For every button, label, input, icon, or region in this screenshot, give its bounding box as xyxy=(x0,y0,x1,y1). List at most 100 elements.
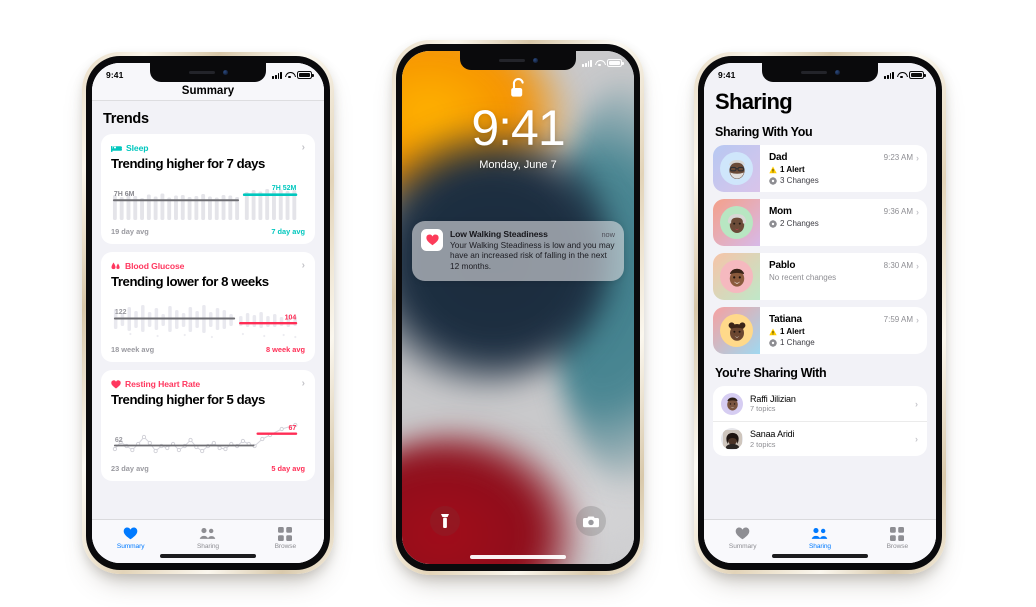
timestamp: 8:30 AM xyxy=(883,261,913,270)
summary-scroll-area[interactable]: Trends Sleep › Trending higher for 7 day… xyxy=(92,101,324,519)
notification-banner[interactable]: Low Walking Steadiness now Your Walking … xyxy=(412,221,624,282)
tab-browse[interactable]: Browse xyxy=(859,526,936,550)
sleep-bar-chart: 7H 6M 7H 52M xyxy=(112,184,298,221)
wifi-icon xyxy=(285,72,294,79)
blood-glucose-icon xyxy=(111,262,120,269)
tab-sharing[interactable]: Sharing xyxy=(781,526,858,550)
trend-chart-resting-heart-rate: 62 67 xyxy=(111,415,305,461)
hr-highlight-label: 67 xyxy=(289,423,297,431)
avatar-tile xyxy=(713,253,760,300)
trend-foot-right: 7 day avg xyxy=(271,227,305,237)
home-indicator[interactable] xyxy=(470,555,566,559)
share-info: Dad 9:23 AM › 1 Alert 3 Changes xyxy=(760,145,927,192)
battery-icon xyxy=(909,71,926,79)
gear-circle-icon xyxy=(769,176,777,185)
tab-summary[interactable]: Summary xyxy=(92,526,169,550)
tab-label: Summary xyxy=(728,543,757,550)
front-camera-icon xyxy=(834,70,840,75)
chevron-right-icon[interactable]: › xyxy=(916,315,919,325)
sharing-scroll-area[interactable]: Sharing Sharing With You Dad 9:23 AM › 1… xyxy=(704,63,936,519)
memoji-dad-icon xyxy=(728,159,745,179)
warning-triangle-icon xyxy=(769,327,777,335)
flashlight-icon[interactable] xyxy=(430,506,460,536)
grid-icon xyxy=(278,526,293,541)
camera-icon[interactable] xyxy=(576,506,606,536)
avatar-tile xyxy=(713,307,760,354)
trend-footer: 18 week avg 8 week avg xyxy=(111,345,305,354)
heart-rate-line-chart: 62 67 xyxy=(112,422,298,453)
tab-browse[interactable]: Browse xyxy=(247,526,324,550)
cellular-bars-icon xyxy=(272,71,282,79)
chevron-right-icon[interactable]: › xyxy=(916,153,919,163)
tab-sharing[interactable]: Sharing xyxy=(169,526,246,550)
trend-chart-blood-glucose: 122 104 xyxy=(111,296,305,342)
topic-row-sanaa[interactable]: Sanaa Aridi 2 topics › xyxy=(713,421,927,456)
contact-name: Raffi Jilizian xyxy=(750,393,796,404)
trend-chart-sleep: 7H 6M 7H 52M xyxy=(111,178,305,224)
heart-icon xyxy=(735,526,750,541)
changes-text: 2 Changes xyxy=(780,219,819,228)
phone-lock-screen: 9:41 Monday, June 7 Low Walking Steadine… xyxy=(392,40,644,575)
earpiece-speaker-icon xyxy=(498,59,525,62)
trend-category-sleep: Sleep xyxy=(111,143,149,153)
share-row-mom[interactable]: Mom 9:36 AM › 2 Changes xyxy=(713,199,927,246)
trend-card-resting-heart-rate[interactable]: Resting Heart Rate › Trending higher for… xyxy=(101,370,315,481)
share-name-row: Dad 9:23 AM › xyxy=(769,152,919,163)
heart-icon xyxy=(123,526,138,541)
notification-time: now xyxy=(601,230,615,239)
trend-card-header: Sleep › xyxy=(111,143,305,153)
share-meta: 9:23 AM › xyxy=(884,153,919,163)
trend-foot-left: 23 day avg xyxy=(111,463,149,473)
sleep-baseline-label: 7H 6M xyxy=(114,190,135,198)
earpiece-speaker-icon xyxy=(188,71,215,74)
topic-row-raffi[interactable]: Raffi Jilizian 7 topics › xyxy=(713,386,927,421)
avatar xyxy=(720,206,753,239)
chevron-right-icon[interactable]: › xyxy=(915,434,918,444)
gear-circle-icon xyxy=(769,338,777,347)
home-indicator[interactable] xyxy=(772,554,868,558)
grid-icon xyxy=(890,526,905,541)
people-icon xyxy=(811,526,828,541)
heart-icon xyxy=(111,380,121,389)
notification-content: Low Walking Steadiness now Your Walking … xyxy=(450,229,615,272)
chevron-right-icon[interactable]: › xyxy=(915,399,918,409)
trend-category-label: Resting Heart Rate xyxy=(125,379,201,390)
avatar-tile xyxy=(713,145,760,192)
trend-card-blood-glucose[interactable]: Blood Glucose › Trending lower for 8 wee… xyxy=(101,252,315,363)
share-row-dad[interactable]: Dad 9:23 AM › 1 Alert 3 Changes xyxy=(713,145,927,192)
phone1-bezel: 9:41 Summary Trends Sleep › Trending hig… xyxy=(86,56,330,570)
screenshot-stage: 9:41 Summary Trends Sleep › Trending hig… xyxy=(0,0,1036,607)
share-row-tatiana[interactable]: Tatiana 7:59 AM › 1 Alert 1 Change xyxy=(713,307,927,354)
alert-text: 1 Alert xyxy=(780,165,805,174)
contact-name: Sanaa Aridi xyxy=(750,429,795,440)
chevron-right-icon[interactable]: › xyxy=(302,261,305,271)
share-name-row: Pablo 8:30 AM › xyxy=(769,260,919,271)
notification-header: Low Walking Steadiness now xyxy=(450,229,615,239)
chevron-right-icon[interactable]: › xyxy=(916,207,919,217)
phone2-screen: 9:41 Monday, June 7 Low Walking Steadine… xyxy=(402,51,634,564)
status-bar-indicators xyxy=(884,71,926,79)
changes-line: No recent changes xyxy=(769,273,919,282)
notch xyxy=(460,51,576,70)
avatar xyxy=(721,392,743,415)
trend-footer: 23 day avg 5 day avg xyxy=(111,464,305,473)
trend-title: Trending lower for 8 weeks xyxy=(111,274,269,290)
home-indicator[interactable] xyxy=(160,554,256,558)
clock-date: Monday, June 7 xyxy=(479,159,557,171)
share-row-pablo[interactable]: Pablo 8:30 AM › No recent changes xyxy=(713,253,927,300)
gear-circle-icon xyxy=(769,219,777,228)
share-info: Tatiana 7:59 AM › 1 Alert 1 Change xyxy=(760,307,927,354)
tab-summary[interactable]: Summary xyxy=(704,526,781,550)
trend-category-label: Sleep xyxy=(126,143,149,153)
trend-card-sleep[interactable]: Sleep › Trending higher for 7 days 7H 6M… xyxy=(101,134,315,245)
battery-icon xyxy=(297,71,314,79)
chevron-right-icon[interactable]: › xyxy=(302,379,305,389)
avatar-tile xyxy=(713,199,760,246)
chevron-right-icon[interactable]: › xyxy=(916,261,919,271)
avatar xyxy=(721,428,743,450)
sharing-screen: Sharing Sharing With You Dad 9:23 AM › 1… xyxy=(704,63,936,563)
tab-label: Browse xyxy=(886,543,909,550)
chevron-right-icon[interactable]: › xyxy=(302,143,305,153)
tab-label: Sharing xyxy=(196,543,219,550)
status-bar-indicators xyxy=(272,71,314,79)
